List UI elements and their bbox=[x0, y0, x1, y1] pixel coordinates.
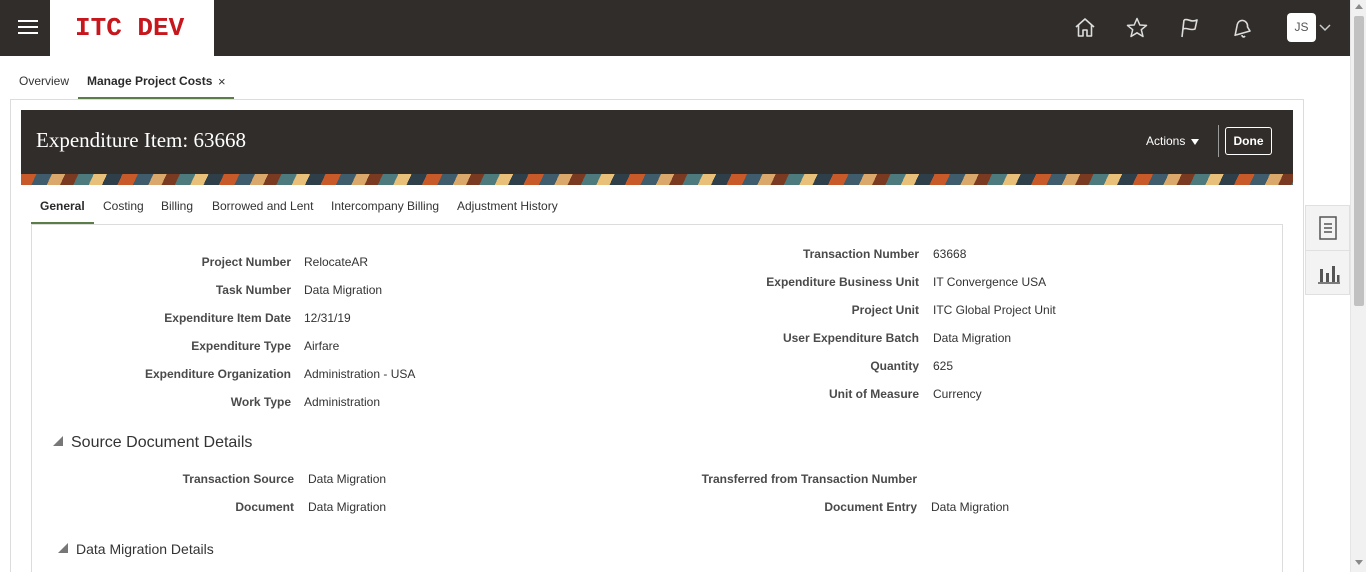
transferred-from-transaction-number-label: Transferred from Transaction Number bbox=[701, 472, 917, 486]
document-entry-label: Document Entry bbox=[824, 500, 917, 514]
header-divider bbox=[1218, 125, 1219, 157]
notifications-bell-icon[interactable] bbox=[1230, 16, 1254, 40]
actions-caret-icon bbox=[1191, 138, 1200, 145]
source-document-details-toggle[interactable]: Source Document Details bbox=[53, 434, 252, 452]
transaction-source-value: Data Migration bbox=[308, 472, 387, 486]
actions-menu-button[interactable]: Actions bbox=[1146, 134, 1200, 148]
page-scrollbar[interactable] bbox=[1350, 0, 1366, 572]
analytics-panel-button[interactable] bbox=[1306, 250, 1351, 294]
side-panel-toolbar bbox=[1305, 205, 1351, 295]
scrollbar-thumb[interactable] bbox=[1354, 16, 1364, 306]
source-document-details-title: Source Document Details bbox=[71, 434, 253, 451]
favorites-star-icon[interactable] bbox=[1125, 16, 1149, 40]
tab-costing[interactable]: Costing bbox=[103, 199, 144, 213]
actions-label: Actions bbox=[1146, 134, 1186, 148]
user-menu-chevron-down-icon[interactable] bbox=[1319, 22, 1331, 36]
scroll-down-arrow-icon[interactable] bbox=[1355, 560, 1363, 565]
watchlist-flag-icon[interactable] bbox=[1178, 16, 1202, 40]
document-label: Document bbox=[235, 500, 294, 514]
navigator-menu-icon[interactable] bbox=[18, 20, 38, 36]
close-tab-icon[interactable]: × bbox=[218, 74, 226, 89]
tab-overview[interactable]: Overview bbox=[19, 74, 69, 88]
expenditure-business-unit-value: IT Convergence USA bbox=[933, 275, 1047, 289]
project-number-value: RelocateAR bbox=[304, 255, 369, 269]
collapse-triangle-icon bbox=[58, 543, 68, 553]
collapse-triangle-icon bbox=[53, 436, 63, 446]
work-type-value: Administration bbox=[304, 395, 381, 409]
page-header: Expenditure Item: 63668 Actions Done bbox=[21, 110, 1293, 174]
expenditure-organization-label: Expenditure Organization bbox=[144, 367, 291, 381]
project-unit-label: Project Unit bbox=[851, 303, 919, 317]
brand-logo[interactable]: ITC DEV bbox=[50, 0, 214, 56]
tab-borrowed-and-lent[interactable]: Borrowed and Lent bbox=[212, 199, 313, 213]
expenditure-organization-value: Administration - USA bbox=[304, 367, 416, 381]
expenditure-item-date-value: 12/31/19 bbox=[304, 311, 351, 325]
unit-of-measure-value: Currency bbox=[933, 387, 982, 401]
expenditure-item-date-label: Expenditure Item Date bbox=[164, 311, 291, 325]
global-header: ITC DEV JS bbox=[0, 0, 1350, 56]
transaction-source-label: Transaction Source bbox=[182, 472, 294, 486]
general-tab-panel bbox=[31, 224, 1283, 572]
transaction-number-label: Transaction Number bbox=[802, 247, 919, 261]
document-icon bbox=[1319, 216, 1337, 240]
user-expenditure-batch-label: User Expenditure Batch bbox=[782, 331, 919, 345]
quantity-value: 625 bbox=[933, 359, 954, 373]
tab-general[interactable]: General bbox=[40, 199, 85, 213]
notes-panel-button[interactable] bbox=[1306, 206, 1351, 250]
data-migration-details-toggle[interactable]: Data Migration Details bbox=[58, 541, 214, 557]
transaction-number-value: 63668 bbox=[933, 247, 967, 261]
project-number-label: Project Number bbox=[201, 255, 291, 269]
task-number-value: Data Migration bbox=[304, 283, 383, 297]
quantity-label: Quantity bbox=[870, 359, 919, 373]
bar-chart-icon bbox=[1318, 266, 1340, 284]
expenditure-business-unit-label: Expenditure Business Unit bbox=[766, 275, 919, 289]
scroll-up-arrow-icon[interactable] bbox=[1355, 4, 1363, 9]
brand-logo-text: ITC DEV bbox=[75, 13, 185, 43]
tab-intercompany-billing[interactable]: Intercompany Billing bbox=[331, 199, 439, 213]
data-migration-details-title: Data Migration Details bbox=[76, 541, 214, 557]
project-unit-value: ITC Global Project Unit bbox=[933, 303, 1056, 317]
unit-of-measure-label: Unit of Measure bbox=[828, 387, 919, 401]
home-icon[interactable] bbox=[1073, 16, 1097, 40]
tab-adjustment-history[interactable]: Adjustment History bbox=[457, 199, 558, 213]
document-value: Data Migration bbox=[308, 500, 387, 514]
tab-billing[interactable]: Billing bbox=[161, 199, 193, 213]
expenditure-type-value: Airfare bbox=[304, 339, 340, 353]
expenditure-type-label: Expenditure Type bbox=[191, 339, 291, 353]
done-button[interactable]: Done bbox=[1225, 127, 1272, 155]
document-entry-value: Data Migration bbox=[931, 500, 1010, 514]
task-number-label: Task Number bbox=[215, 283, 291, 297]
decorative-banner-pattern bbox=[21, 174, 1293, 185]
page-title: Expenditure Item: 63668 bbox=[36, 128, 246, 152]
user-avatar[interactable]: JS bbox=[1287, 13, 1316, 42]
user-expenditure-batch-value: Data Migration bbox=[933, 331, 1012, 345]
tab-manage-project-costs[interactable]: Manage Project Costs bbox=[87, 74, 212, 88]
work-type-label: Work Type bbox=[230, 395, 291, 409]
